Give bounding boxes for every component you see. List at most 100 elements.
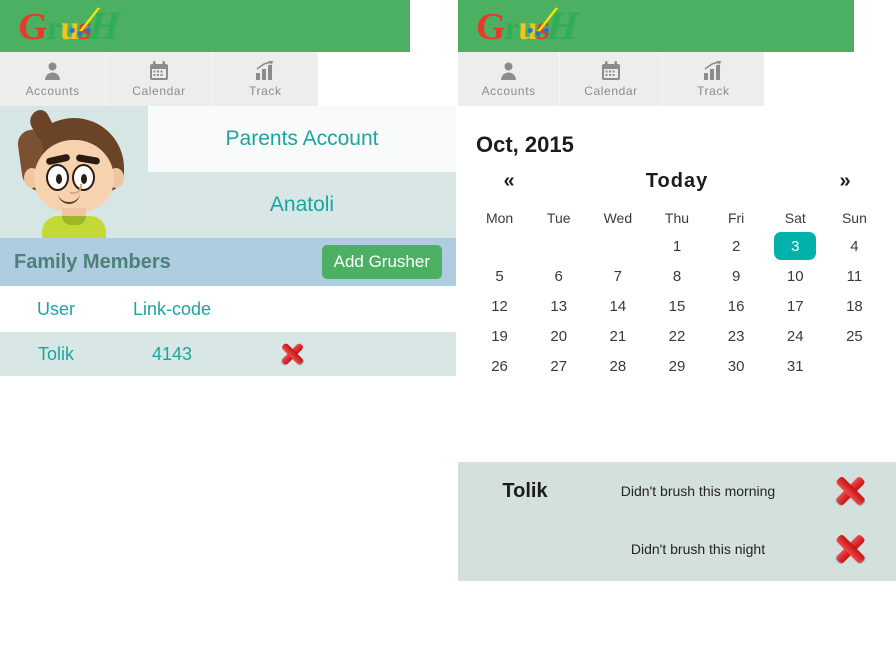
calendar-day-16[interactable]: 16	[707, 291, 766, 321]
calendar-day-label: 23	[727, 327, 745, 345]
accounts-screen: Grus/H Accounts Calendar Track	[0, 0, 456, 666]
tab-track-label: Track	[697, 84, 730, 98]
calendar-day-27[interactable]: 27	[529, 351, 588, 381]
account-row-parents-label: Parents Account	[225, 127, 379, 150]
calendar-day-26[interactable]: 26	[470, 351, 529, 381]
calendar-day-empty	[588, 231, 647, 261]
calendar-day-4[interactable]: 4	[825, 231, 884, 261]
calendar-day-empty	[825, 351, 884, 381]
calendar-day-6[interactable]: 6	[529, 261, 588, 291]
calendar-day-label: 27	[550, 357, 568, 375]
account-row-parents[interactable]: Parents Account	[148, 106, 456, 172]
tab-track[interactable]: Track	[662, 52, 764, 106]
calendar-day-label: 10	[786, 267, 804, 285]
tab-accounts[interactable]: Accounts	[0, 52, 107, 106]
account-row-anatoli[interactable]: Anatoli	[148, 172, 456, 238]
family-members-bar: Family Members Add Grusher	[0, 238, 456, 286]
calendar-day-label: 12	[491, 297, 508, 315]
calendar-day-7[interactable]: 7	[588, 261, 647, 291]
prev-month-button[interactable]: «	[476, 170, 542, 193]
tab-calendar-label: Calendar	[132, 84, 186, 98]
day-name-mon: Mon	[485, 210, 514, 226]
calendar-week-row: 1 2 3 4	[470, 231, 884, 261]
calendar-day-label: 19	[491, 327, 508, 345]
calendar-day-14[interactable]: 14	[588, 291, 647, 321]
calendar-day-31[interactable]: 31	[766, 351, 825, 381]
add-grusher-button[interactable]: Add Grusher	[321, 245, 442, 279]
app-logo: Grus/H	[16, 0, 121, 49]
person-icon	[499, 60, 518, 82]
logo-dots	[69, 28, 96, 38]
calendar-day-21[interactable]: 21	[588, 321, 647, 351]
calendar-icon	[149, 60, 169, 82]
calendar-day-label: 9	[731, 267, 741, 285]
day-name-wed: Wed	[603, 210, 633, 226]
logo-dots	[527, 28, 554, 38]
calendar-day-5[interactable]: 5	[470, 261, 529, 291]
tab-track[interactable]: Track	[212, 52, 318, 106]
calendar-day-10[interactable]: 10	[766, 261, 825, 291]
calendar-day-23[interactable]: 23	[707, 321, 766, 351]
brush-log-night-text: Didn't brush this night	[630, 541, 766, 557]
calendar-day-29[interactable]: 29	[647, 351, 706, 381]
column-header-user: User	[36, 298, 75, 319]
calendar-day-label: 24	[786, 327, 804, 345]
today-button[interactable]: Today	[542, 170, 812, 193]
calendar-day-18[interactable]: 18	[825, 291, 884, 321]
next-month-button[interactable]: »	[812, 170, 878, 193]
boy-avatar-icon	[10, 107, 138, 238]
tabbar-left: Accounts Calendar Track	[0, 52, 318, 106]
app-header-right: Grus/H	[458, 0, 854, 52]
tab-calendar[interactable]: Calendar	[106, 52, 213, 106]
brush-log-night-status[interactable]	[804, 533, 896, 565]
calendar-day-9[interactable]: 9	[707, 261, 766, 291]
day-name-tue: Tue	[546, 210, 571, 226]
calendar-day-11[interactable]: 11	[825, 261, 884, 291]
calendar-day-17[interactable]: 17	[766, 291, 825, 321]
tab-calendar-label: Calendar	[584, 84, 638, 98]
calendar-day-label: 3	[791, 237, 800, 255]
family-members-title: Family Members	[14, 250, 171, 273]
calendar-grid: Mon Tue Wed Thu Fri Sat Sun 1 2 3 4 5 6 7 8 9 10 1…	[458, 205, 896, 381]
calendar-week-row: 26 27 28 29 30 31	[470, 351, 884, 381]
calendar-day-label: 2	[731, 237, 741, 255]
calendar-day-20[interactable]: 20	[529, 321, 588, 351]
calendar-day-15[interactable]: 15	[647, 291, 706, 321]
tab-calendar[interactable]: Calendar	[560, 52, 663, 106]
calendar-day-2[interactable]: 2	[707, 231, 766, 261]
calendar-week-row: 5 6 7 8 9 10 11	[470, 261, 884, 291]
calendar-day-label: 20	[550, 327, 568, 345]
calendar-week-row: 12 13 14 15 16 17 18	[470, 291, 884, 321]
delete-member-button[interactable]	[232, 342, 352, 366]
calendar-day-label: 8	[672, 267, 682, 285]
calendar-day-25[interactable]: 25	[825, 321, 884, 351]
calendar-day-22[interactable]: 22	[647, 321, 706, 351]
calendar-day-30[interactable]: 30	[707, 351, 766, 381]
calendar-day-label: 30	[727, 357, 745, 375]
account-selector: Parents Account Anatoli	[0, 106, 456, 238]
logo-letter-h: / H	[78, 0, 121, 48]
calendar-day-28[interactable]: 28	[588, 351, 647, 381]
brush-log-morning-status[interactable]	[804, 475, 896, 507]
account-row-anatoli-label: Anatoli	[269, 193, 335, 216]
calendar-day-label: 13	[550, 297, 568, 315]
calendar-day-24[interactable]: 24	[766, 321, 825, 351]
calendar-day-8[interactable]: 8	[647, 261, 706, 291]
calendar-day-12[interactable]: 12	[470, 291, 529, 321]
calendar-day-1[interactable]: 1	[647, 231, 706, 261]
calendar-day-label: 6	[554, 267, 563, 285]
person-icon	[43, 60, 62, 82]
red-x-icon	[835, 475, 866, 507]
calendar-day-3[interactable]: 3	[766, 231, 825, 261]
tabbar-right: Accounts Calendar Track	[458, 52, 764, 106]
calendar-day-label: 16	[727, 297, 745, 315]
calendar-day-19[interactable]: 19	[470, 321, 529, 351]
app-logo-right: Grus/H	[474, 0, 579, 49]
calendar-day-13[interactable]: 13	[529, 291, 588, 321]
calendar-day-label: 1	[672, 237, 682, 255]
calendar-day-names-row: Mon Tue Wed Thu Fri Sat Sun	[470, 205, 884, 231]
tab-accounts[interactable]: Accounts	[458, 52, 561, 106]
calendar-day-label: 21	[609, 327, 627, 345]
calendar-day-label: 11	[846, 267, 863, 285]
app-header-left: Grus/H	[0, 0, 410, 52]
